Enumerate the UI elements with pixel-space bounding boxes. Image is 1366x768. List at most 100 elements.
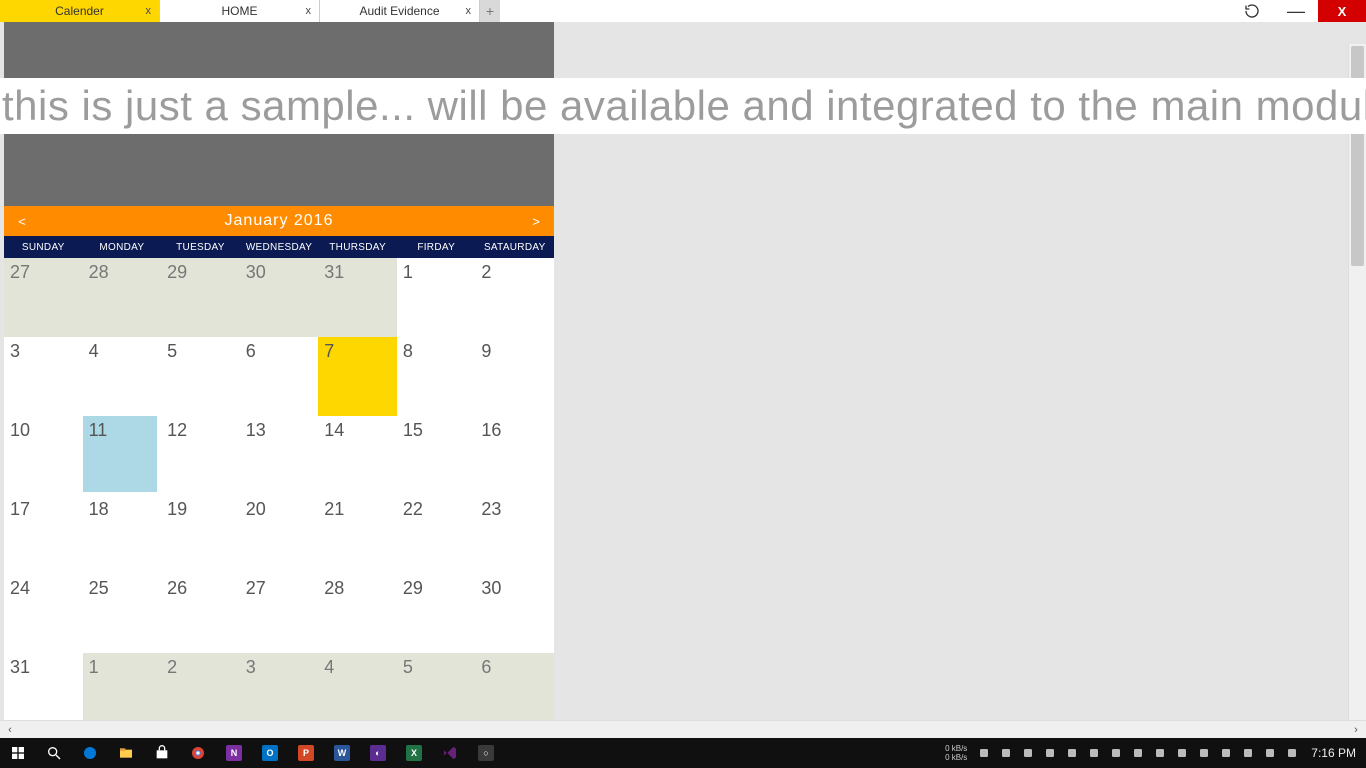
wifi-icon[interactable] — [1239, 744, 1257, 762]
note-icon[interactable] — [1041, 744, 1059, 762]
edge-icon[interactable] — [72, 738, 108, 768]
calendar-day-cell[interactable]: 27 — [4, 258, 83, 337]
day-number: 14 — [324, 420, 391, 441]
calendar-day-cell[interactable]: 14 — [318, 416, 397, 495]
calendar-day-cell[interactable]: 1 — [397, 258, 476, 337]
calendar-day-cell[interactable]: 9 — [475, 337, 554, 416]
calendar-panel-frame — [4, 22, 554, 80]
volume-icon[interactable] — [1217, 744, 1235, 762]
outlook-icon[interactable]: O — [252, 738, 288, 768]
refresh-button[interactable] — [1230, 0, 1274, 22]
calendar-day-cell[interactable]: 19 — [161, 495, 240, 574]
day-number: 5 — [167, 341, 234, 362]
battery-icon[interactable] — [1195, 744, 1213, 762]
day-header: SATAURDAY — [475, 236, 554, 258]
word-icon[interactable]: W — [324, 738, 360, 768]
calendar-day-cell[interactable]: 2 — [475, 258, 554, 337]
keyboard-lang-icon[interactable] — [1261, 744, 1279, 762]
app-icon-1[interactable]: ◐ — [360, 738, 396, 768]
day-number: 17 — [10, 499, 77, 520]
chevron-up-icon[interactable] — [975, 744, 993, 762]
scroll-left-icon[interactable]: ‹ — [2, 724, 18, 736]
day-number: 1 — [89, 657, 156, 678]
chrome-icon[interactable] — [180, 738, 216, 768]
excel-icon[interactable]: X — [396, 738, 432, 768]
tab-close-icon[interactable]: x — [146, 5, 152, 17]
calendar-day-cell[interactable]: 15 — [397, 416, 476, 495]
calendar-day-cell[interactable]: 16 — [475, 416, 554, 495]
scroll-right-icon[interactable]: › — [1348, 724, 1364, 736]
calendar-day-cell[interactable]: 26 — [161, 574, 240, 653]
calendar-day-cell[interactable]: 7 — [318, 337, 397, 416]
calendar-day-cell[interactable]: 13 — [240, 416, 319, 495]
calendar-day-cell[interactable]: 10 — [4, 416, 83, 495]
disk-icon[interactable] — [1085, 744, 1103, 762]
nvidia-icon[interactable] — [1019, 744, 1037, 762]
tab-label: HOME — [222, 4, 258, 18]
calendar-day-cell[interactable]: 30 — [475, 574, 554, 653]
calendar-day-cell[interactable]: 5 — [161, 337, 240, 416]
calendar-day-cell[interactable]: 27 — [240, 574, 319, 653]
calendar-day-cell[interactable]: 28 — [318, 574, 397, 653]
day-number: 29 — [403, 578, 470, 599]
new-tab-button[interactable]: + — [480, 0, 500, 22]
app-icon-2[interactable]: ○ — [468, 738, 504, 768]
calendar-day-cell[interactable]: 22 — [397, 495, 476, 574]
calendar-day-cell[interactable]: 8 — [397, 337, 476, 416]
calendar-next-button[interactable]: > — [518, 214, 554, 229]
day-number: 2 — [481, 262, 548, 283]
keyboard-icon[interactable] — [1151, 744, 1169, 762]
vertical-scrollbar[interactable] — [1348, 44, 1366, 720]
bluetooth-icon[interactable] — [1173, 744, 1191, 762]
calendar-day-cell[interactable]: 21 — [318, 495, 397, 574]
shield-icon[interactable] — [997, 744, 1015, 762]
calendar-day-cell[interactable]: 31 — [318, 258, 397, 337]
calendar-day-cell[interactable]: 20 — [240, 495, 319, 574]
tab-close-icon[interactable]: x — [466, 5, 472, 17]
calendar-day-cell[interactable]: 17 — [4, 495, 83, 574]
tab-home[interactable]: HOME x — [160, 0, 320, 22]
tab-calender[interactable]: Calender x — [0, 0, 160, 22]
tab-close-icon[interactable]: x — [306, 5, 312, 17]
calendar-title: January 2016 — [40, 212, 518, 230]
sync-icon[interactable] — [1063, 744, 1081, 762]
monitor-icon[interactable] — [1107, 744, 1125, 762]
calendar-day-cell[interactable]: 18 — [83, 495, 162, 574]
calendar-day-cell[interactable]: 12 — [161, 416, 240, 495]
calendar-day-cell[interactable]: 28 — [83, 258, 162, 337]
calendar-day-cell[interactable]: 30 — [240, 258, 319, 337]
minimize-button[interactable]: — — [1274, 0, 1318, 22]
action-center-icon[interactable] — [1283, 744, 1301, 762]
horizontal-scrollbar[interactable]: ‹ › — [0, 720, 1366, 738]
close-button[interactable]: X — [1318, 0, 1366, 22]
powerpoint-icon[interactable]: P — [288, 738, 324, 768]
visual-studio-icon[interactable] — [432, 738, 468, 768]
calendar-day-cell[interactable]: 29 — [397, 574, 476, 653]
tab-label: Audit Evidence — [359, 4, 439, 18]
day-number: 26 — [167, 578, 234, 599]
taskbar-clock[interactable]: 7:16 PM — [1311, 746, 1356, 760]
calendar-day-cell[interactable]: 23 — [475, 495, 554, 574]
file-explorer-icon[interactable] — [108, 738, 144, 768]
day-number: 10 — [10, 420, 77, 441]
calendar-panel-frame-lower: < January 2016 > SUNDAYMONDAYTUESDAYWEDN… — [4, 134, 554, 732]
onenote-icon[interactable]: N — [216, 738, 252, 768]
start-icon[interactable] — [0, 738, 36, 768]
sample-banner-text: this is just a sample... will be availab… — [0, 78, 1366, 134]
power-icon[interactable] — [1129, 744, 1147, 762]
calendar-day-cell[interactable]: 4 — [83, 337, 162, 416]
calendar-day-cell[interactable]: 3 — [4, 337, 83, 416]
tab-label: Calender — [55, 4, 104, 18]
calendar-day-cell[interactable]: 6 — [240, 337, 319, 416]
day-header: THURSDAY — [318, 236, 397, 258]
store-icon[interactable] — [144, 738, 180, 768]
calendar-day-cell[interactable]: 24 — [4, 574, 83, 653]
calendar-grid: 2728293031123456789101112131415161718192… — [4, 258, 554, 732]
calendar-day-cell[interactable]: 11 — [83, 416, 162, 495]
calendar-day-cell[interactable]: 29 — [161, 258, 240, 337]
day-number: 28 — [324, 578, 391, 599]
search-icon[interactable] — [36, 738, 72, 768]
calendar-day-cell[interactable]: 25 — [83, 574, 162, 653]
calendar-prev-button[interactable]: < — [4, 214, 40, 229]
tab-audit-evidence[interactable]: Audit Evidence x — [320, 0, 480, 22]
